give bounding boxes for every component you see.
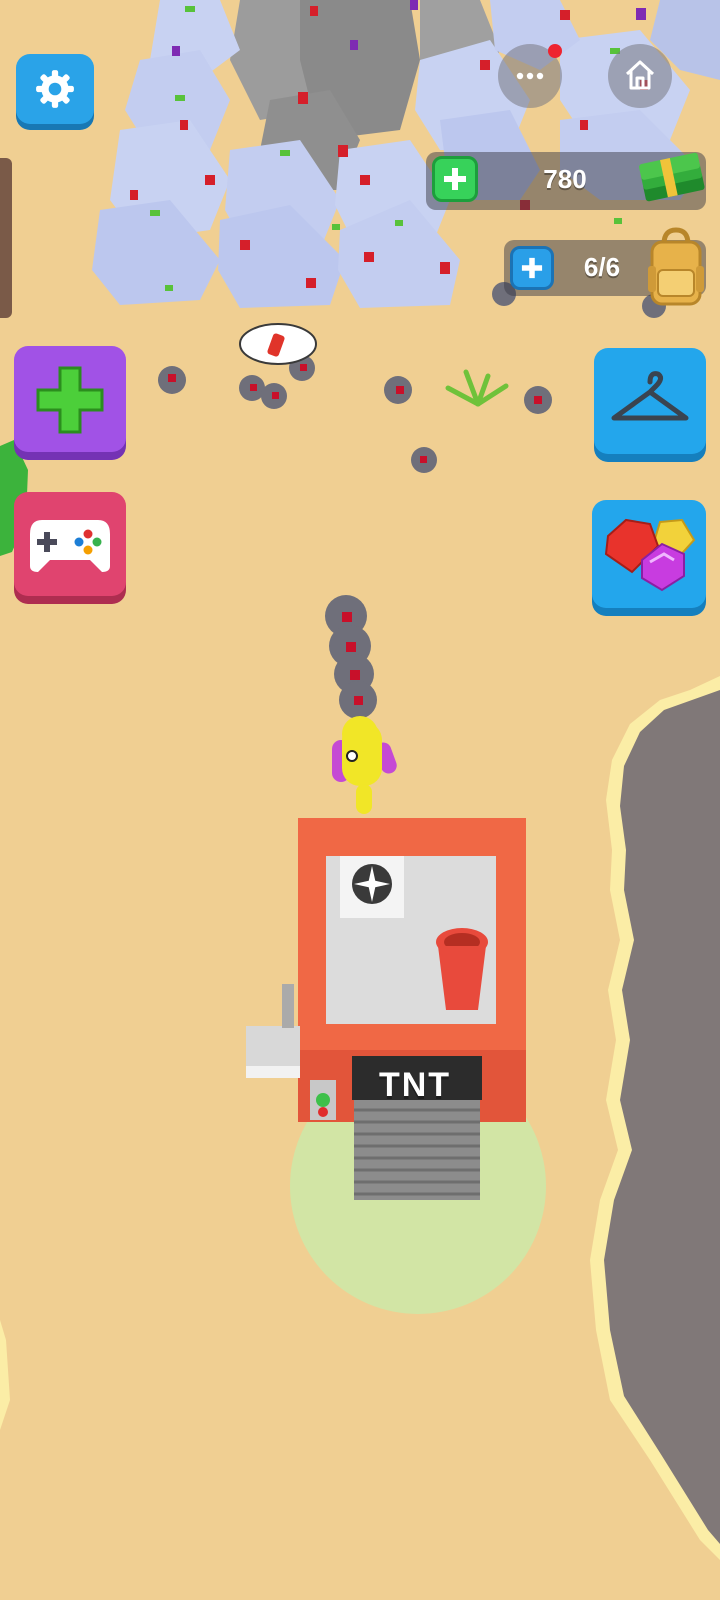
- plus-icon: [36, 366, 104, 434]
- notification-dot: [548, 44, 562, 58]
- backpack-capacity: 6/6: [583, 252, 621, 282]
- backpack-icon: [646, 226, 706, 308]
- mini-games-button[interactable]: [14, 492, 126, 596]
- home-button[interactable]: [608, 44, 672, 108]
- plus-icon: [443, 167, 467, 191]
- tnt-sign: TNT: [378, 1066, 452, 1104]
- upgrade-backpack-button[interactable]: [510, 246, 554, 290]
- gems-icon: [602, 514, 696, 594]
- more-dots-icon: [516, 72, 544, 80]
- cash-stack-icon: [638, 148, 706, 208]
- add-cash-button[interactable]: [432, 156, 478, 202]
- gamepad-icon: [28, 514, 112, 574]
- cash-value: 780: [543, 164, 587, 194]
- side-panel-tab[interactable]: [0, 158, 12, 318]
- add-worker-button[interactable]: [14, 346, 126, 452]
- hanger-icon: [608, 368, 692, 428]
- gems-shop-button[interactable]: [592, 500, 706, 608]
- dynamite-marker: [239, 323, 317, 365]
- skins-button[interactable]: [594, 348, 706, 454]
- settings-button[interactable]: [16, 54, 94, 124]
- home-icon: [624, 58, 656, 92]
- gear-icon: [34, 68, 76, 110]
- plus-icon: [521, 257, 543, 279]
